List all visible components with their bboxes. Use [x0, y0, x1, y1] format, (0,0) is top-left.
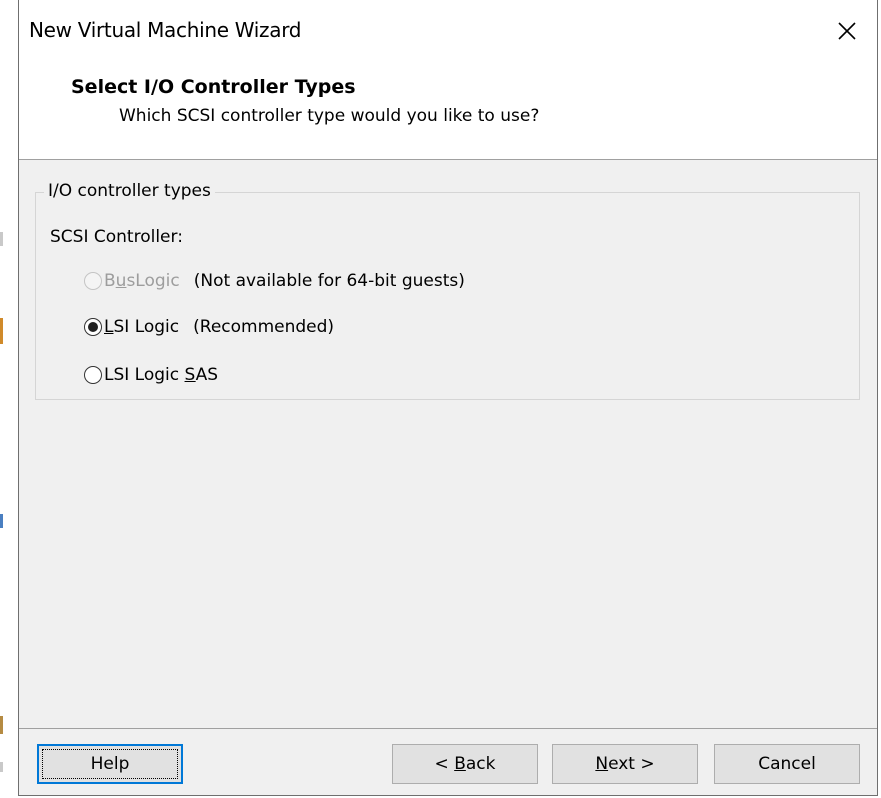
cancel-button[interactable]: Cancel — [714, 744, 860, 784]
radio-lsi-logic[interactable]: LSI Logic (Recommended) — [84, 315, 334, 339]
radio-circle[interactable] — [84, 272, 102, 290]
radio-buslogic[interactable]: BusLogic (Not available for 64-bit guest… — [84, 269, 465, 293]
background-window-edge — [0, 514, 3, 528]
page-subtitle: Which SCSI controller type would you lik… — [119, 106, 540, 126]
next-button-label: Next > — [595, 754, 655, 774]
wizard-dialog: New Virtual Machine Wizard Select I/O Co… — [18, 0, 878, 796]
close-icon — [838, 22, 856, 40]
wizard-header: Select I/O Controller Types Which SCSI c… — [19, 62, 877, 160]
radio-lsi-logic-sas[interactable]: LSI Logic SAS — [84, 363, 218, 387]
help-button-label: Help — [90, 754, 130, 774]
radio-label-lsi-logic: LSI Logic — [104, 317, 180, 337]
close-button[interactable] — [817, 0, 877, 62]
radio-note-lsi-logic: (Recommended) — [193, 317, 335, 337]
back-button-label: < Back — [434, 754, 496, 774]
help-button[interactable]: Help — [37, 744, 183, 784]
background-window-edge — [0, 716, 3, 734]
radio-circle[interactable] — [84, 318, 102, 336]
background-window-edge — [0, 762, 3, 772]
radio-label-lsi-logic-sas: LSI Logic SAS — [104, 365, 219, 385]
background-window-edge — [0, 318, 3, 344]
page-title: Select I/O Controller Types — [71, 76, 356, 98]
cancel-button-label: Cancel — [758, 754, 816, 774]
window-title: New Virtual Machine Wizard — [29, 18, 302, 42]
back-button[interactable]: < Back — [392, 744, 538, 784]
title-bar[interactable]: New Virtual Machine Wizard — [19, 0, 877, 62]
footer-divider — [19, 728, 877, 729]
radio-note-buslogic: (Not available for 64-bit guests) — [193, 271, 465, 291]
radio-label-buslogic: BusLogic — [104, 271, 180, 291]
groupbox-legend: I/O controller types — [44, 181, 215, 201]
radio-circle[interactable] — [84, 366, 102, 384]
next-button[interactable]: Next > — [552, 744, 698, 784]
background-window-edge — [0, 232, 3, 246]
scsi-controller-label: SCSI Controller: — [50, 227, 183, 247]
io-controller-groupbox: I/O controller types SCSI Controller: Bu… — [35, 181, 860, 400]
